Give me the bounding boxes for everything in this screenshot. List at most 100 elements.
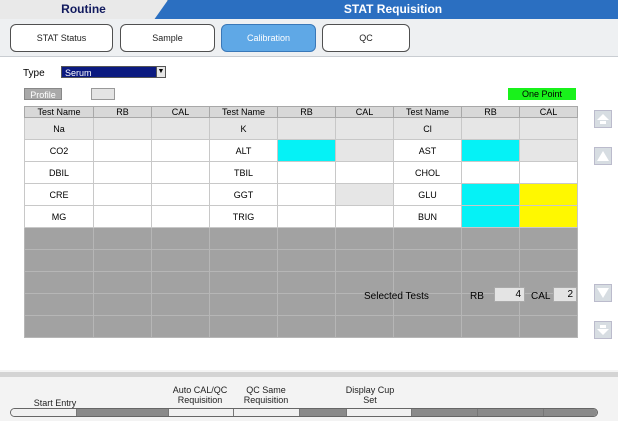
test-name-cell[interactable] [24,315,94,338]
test-name-cell[interactable] [209,315,278,338]
rb-cell[interactable] [277,271,336,294]
test-name-cell[interactable] [24,271,94,294]
test-name-cell[interactable] [24,227,94,250]
cal-cell[interactable] [519,117,578,140]
cal-cell[interactable] [151,271,210,294]
rb-cell[interactable] [277,249,336,272]
display-cup-button[interactable] [347,409,412,416]
cal-cell[interactable] [335,117,394,140]
rb-cell[interactable] [93,117,152,140]
test-name-cell[interactable] [24,249,94,272]
rb-cell[interactable] [93,249,152,272]
tab-routine[interactable]: Routine [0,0,168,19]
cal-cell[interactable] [151,227,210,250]
profile-field[interactable] [91,88,115,100]
cal-cell[interactable] [335,315,394,338]
cal-cell[interactable] [151,315,210,338]
profile-button[interactable]: Profile [24,88,62,100]
test-name-cell[interactable] [209,227,278,250]
function-key-8[interactable] [478,409,544,416]
cal-cell[interactable] [335,227,394,250]
cal-cell[interactable] [519,139,578,162]
rb-cell[interactable] [461,183,520,206]
cal-cell[interactable] [519,183,578,206]
test-name-cell[interactable]: TRIG [209,205,278,228]
tab-stat-status[interactable]: STAT Status [10,24,113,52]
cal-cell[interactable] [151,117,210,140]
start-entry-button[interactable] [11,409,77,416]
cal-cell[interactable] [335,249,394,272]
rb-cell[interactable] [93,139,152,162]
test-name-cell[interactable]: CHOL [393,161,462,184]
rb-cell[interactable] [93,293,152,316]
rb-cell[interactable] [93,315,152,338]
cal-cell[interactable] [519,227,578,250]
rb-cell[interactable] [277,183,336,206]
test-name-cell[interactable]: TBIL [209,161,278,184]
function-key-7[interactable] [412,409,478,416]
test-name-cell[interactable]: K [209,117,278,140]
rb-cell[interactable] [277,315,336,338]
rb-cell[interactable] [277,227,336,250]
test-name-cell[interactable]: Cl [393,117,462,140]
test-name-cell[interactable]: MG [24,205,94,228]
cal-cell[interactable] [519,315,578,338]
rb-cell[interactable] [277,117,336,140]
rb-cell[interactable] [461,117,520,140]
type-select[interactable]: Serum ▼ [61,66,166,78]
test-name-cell[interactable]: Na [24,117,94,140]
test-name-cell[interactable] [209,249,278,272]
scroll-up-icon[interactable] [594,147,612,165]
test-name-cell[interactable] [24,293,94,316]
rb-cell[interactable] [93,205,152,228]
chevron-down-icon[interactable]: ▼ [156,66,166,78]
qc-same-button[interactable] [234,409,300,416]
test-name-cell[interactable]: CO2 [24,139,94,162]
test-name-cell[interactable] [393,315,462,338]
function-key-2[interactable] [77,409,169,416]
cal-cell[interactable] [151,139,210,162]
test-name-cell[interactable] [393,227,462,250]
rb-cell[interactable] [277,139,336,162]
cal-cell[interactable] [335,183,394,206]
scroll-top-icon[interactable] [594,110,612,128]
auto-cal-qc-button[interactable] [169,409,234,416]
rb-cell[interactable] [461,161,520,184]
tab-sample[interactable]: Sample [120,24,215,52]
cal-cell[interactable] [151,249,210,272]
rb-cell[interactable] [461,139,520,162]
rb-cell[interactable] [93,183,152,206]
rb-cell[interactable] [277,161,336,184]
cal-cell[interactable] [151,205,210,228]
rb-cell[interactable] [277,293,336,316]
cal-cell[interactable] [519,249,578,272]
rb-cell[interactable] [93,271,152,294]
cal-cell[interactable] [151,183,210,206]
tab-qc[interactable]: QC [322,24,410,52]
test-name-cell[interactable]: BUN [393,205,462,228]
scroll-bottom-icon[interactable] [594,321,612,339]
rb-cell[interactable] [461,227,520,250]
cal-cell[interactable] [519,205,578,228]
function-key-5[interactable] [300,409,347,416]
cal-cell[interactable] [335,205,394,228]
test-name-cell[interactable]: CRE [24,183,94,206]
scroll-down-icon[interactable] [594,284,612,302]
test-name-cell[interactable]: ALT [209,139,278,162]
rb-cell[interactable] [461,315,520,338]
cal-cell[interactable] [151,293,210,316]
cal-cell[interactable] [335,161,394,184]
function-key-9[interactable] [544,409,597,416]
test-name-cell[interactable]: GGT [209,183,278,206]
rb-cell[interactable] [93,227,152,250]
rb-cell[interactable] [461,205,520,228]
test-name-cell[interactable]: GLU [393,183,462,206]
test-name-cell[interactable] [209,271,278,294]
test-name-cell[interactable] [209,293,278,316]
cal-cell[interactable] [335,139,394,162]
tab-calibration[interactable]: Calibration [221,24,316,52]
rb-cell[interactable] [93,161,152,184]
test-name-cell[interactable]: DBIL [24,161,94,184]
rb-cell[interactable] [461,249,520,272]
cal-cell[interactable] [519,161,578,184]
